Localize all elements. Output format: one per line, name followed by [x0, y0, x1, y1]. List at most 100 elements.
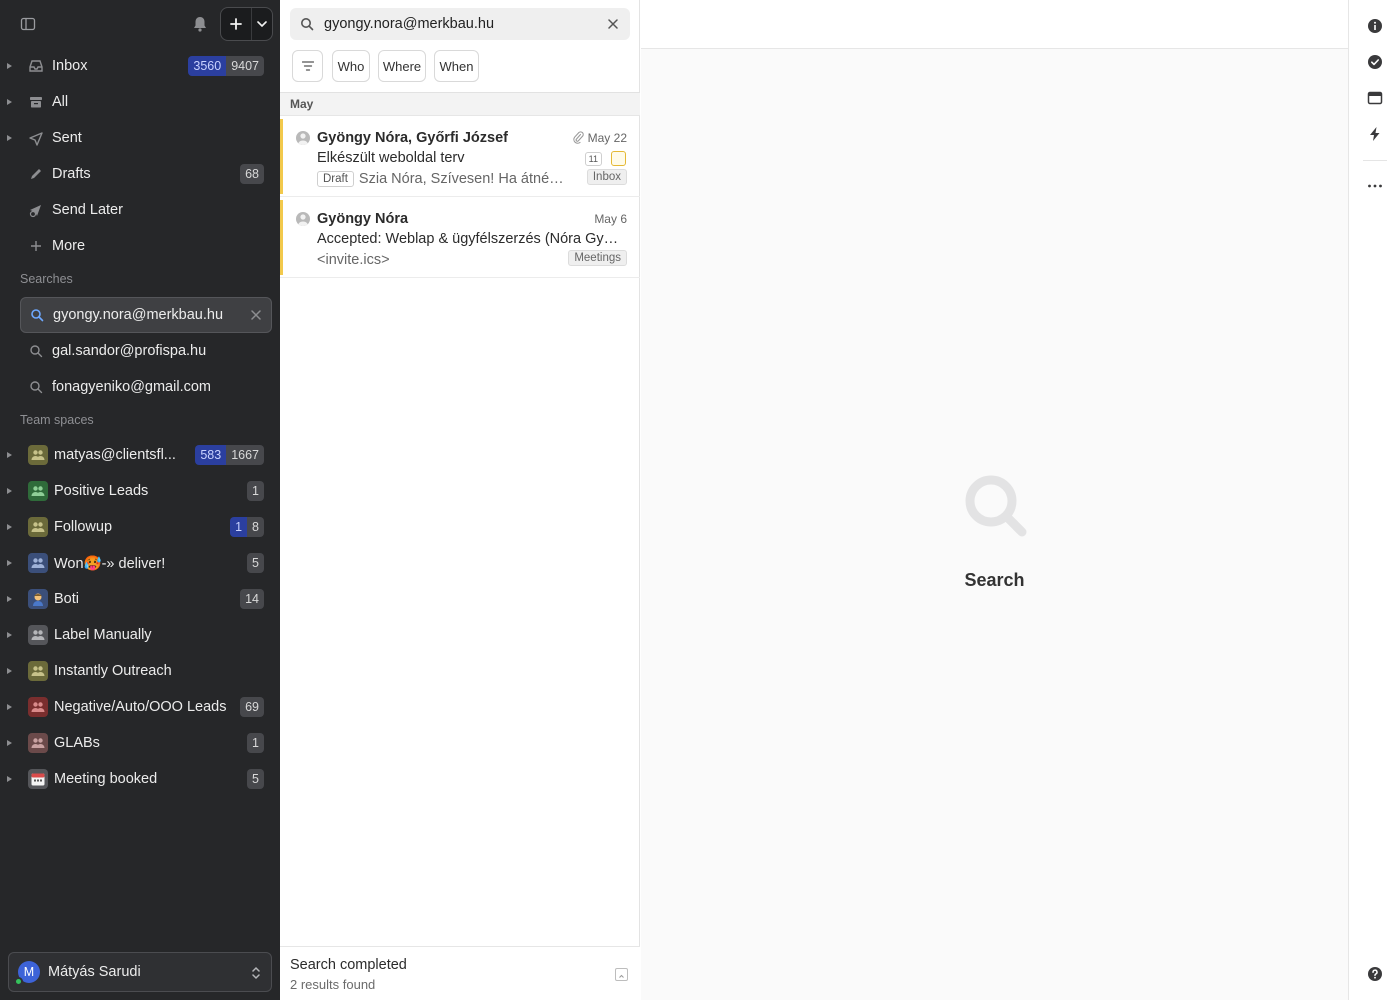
- team-icon: [28, 661, 48, 681]
- search-box: [290, 8, 630, 40]
- plus-icon: [230, 18, 242, 30]
- collapse-status-button[interactable]: [615, 968, 628, 981]
- bell-icon[interactable]: [190, 14, 210, 34]
- team-space-glabs[interactable]: GLABs 1: [0, 725, 280, 761]
- done-checkbox[interactable]: [611, 151, 626, 166]
- expand-arrow-icon[interactable]: [7, 776, 12, 782]
- unread-indicator: [280, 200, 283, 275]
- date-group-label: May: [290, 97, 314, 111]
- check-circle-icon[interactable]: [1367, 54, 1383, 70]
- total-count: 14: [240, 589, 264, 609]
- saved-search-item[interactable]: gal.sandor@profispa.hu: [20, 333, 272, 369]
- clear-search-icon[interactable]: [608, 19, 618, 29]
- label-badge[interactable]: Meetings: [568, 250, 627, 266]
- team-icon: [28, 517, 48, 537]
- expand-arrow-icon[interactable]: [7, 560, 12, 566]
- reading-pane: Search: [641, 0, 1348, 1000]
- saved-search-item[interactable]: gyongy.nora@merkbau.hu: [20, 297, 272, 333]
- total-count: 69: [240, 697, 264, 717]
- team-space-label: matyas@clientsfl...: [54, 447, 176, 463]
- expand-arrow-icon[interactable]: [7, 524, 12, 530]
- team-space-label-manually[interactable]: Label Manually: [0, 617, 280, 653]
- sender-avatar-icon: [296, 131, 310, 145]
- count-badge: 69: [240, 697, 264, 717]
- message-subject: Elkészült weboldal terv: [317, 150, 465, 166]
- unread-indicator: [280, 119, 283, 194]
- sidebar-item-all[interactable]: All: [0, 84, 280, 120]
- filter-when-button[interactable]: When: [434, 50, 479, 82]
- saved-search-item[interactable]: fonagyeniko@gmail.com: [20, 369, 272, 405]
- account-switcher[interactable]: M Mátyás Sarudi: [8, 952, 272, 992]
- right-rail: [1348, 0, 1400, 1000]
- expand-arrow-icon[interactable]: [7, 452, 12, 458]
- team-space-meeting-booked[interactable]: Meeting booked 5: [0, 761, 280, 797]
- team-space-instantly-outreach[interactable]: Instantly Outreach: [0, 653, 280, 689]
- message-date: May 6: [594, 212, 627, 226]
- message-date: May 22: [587, 131, 627, 145]
- archive-icon: [30, 97, 42, 108]
- person-emoji-icon: [28, 589, 48, 609]
- unread-count-badge: 3560 9407: [188, 56, 264, 76]
- message-row[interactable]: Gyöngy Nóra, Győrfi József May 22 Elkész…: [280, 117, 640, 197]
- unread-count: 1: [230, 517, 248, 537]
- team-space-boti[interactable]: Boti 14: [0, 581, 280, 617]
- team-space-label: GLABs: [54, 735, 100, 751]
- compose-button[interactable]: [221, 8, 252, 40]
- label-badge[interactable]: Inbox: [586, 169, 627, 185]
- online-status-dot: [14, 977, 23, 986]
- sidebar-item-label: Inbox: [52, 58, 88, 74]
- expand-arrow-icon[interactable]: [7, 488, 12, 494]
- expand-arrow-icon[interactable]: [7, 704, 12, 710]
- message-preview: <invite.ics>: [317, 252, 390, 268]
- expand-arrow-icon[interactable]: [7, 632, 12, 638]
- sidebar-item-sent[interactable]: Sent: [0, 120, 280, 156]
- search-icon: [965, 475, 1027, 537]
- message-sender: Gyöngy Nóra: [317, 211, 409, 227]
- sidebar: Inbox 3560 9407 All Sent Drafts 68 Send …: [0, 0, 280, 1000]
- expand-arrow-icon[interactable]: [7, 99, 12, 105]
- expand-arrow-icon[interactable]: [7, 135, 12, 141]
- team-space-negative-leads[interactable]: Negative/Auto/OOO Leads 69: [0, 689, 280, 725]
- chevron-up-down-icon: [252, 966, 260, 980]
- team-space-matyas[interactable]: matyas@clientsfl... 583 1667: [0, 437, 280, 473]
- calendar-emoji-icon: [28, 769, 48, 789]
- message-list-pane: Who Where When May Gyöngy Nóra, Győrfi J…: [280, 0, 640, 1000]
- count-badge: 14: [240, 589, 264, 609]
- team-space-positive-leads[interactable]: Positive Leads 1: [0, 473, 280, 509]
- sidebar-toggle-icon[interactable]: [20, 16, 36, 32]
- sidebar-item-inbox[interactable]: Inbox 3560 9407: [0, 48, 280, 84]
- user-name: Mátyás Sarudi: [48, 964, 141, 980]
- expand-arrow-icon[interactable]: [7, 596, 12, 602]
- filter-options-button[interactable]: [292, 50, 323, 82]
- sidebar-item-send-later[interactable]: Send Later: [0, 192, 280, 228]
- compose-dropdown-button[interactable]: [252, 8, 272, 40]
- search-input[interactable]: [324, 14, 594, 34]
- help-icon[interactable]: [1367, 966, 1383, 982]
- count-badge: 5: [247, 553, 264, 573]
- team-icon: [28, 445, 48, 465]
- lightning-icon[interactable]: [1367, 126, 1383, 142]
- sidebar-item-label: Drafts: [52, 166, 91, 182]
- team-space-label: Followup: [54, 519, 113, 535]
- expand-arrow-icon[interactable]: [7, 63, 12, 69]
- sidebar-item-label: Sent: [52, 130, 82, 146]
- expand-arrow-icon[interactable]: [7, 668, 12, 674]
- count-badge: 1: [247, 733, 264, 753]
- calendar-icon[interactable]: [1367, 90, 1383, 106]
- message-row[interactable]: Gyöngy Nóra May 6 Accepted: Weblap & ügy…: [280, 198, 640, 278]
- sidebar-item-more[interactable]: More: [0, 228, 280, 264]
- expand-arrow-icon[interactable]: [7, 740, 12, 746]
- team-space-followup[interactable]: Followup 1 8: [0, 509, 280, 545]
- info-icon[interactable]: [1367, 18, 1383, 34]
- saved-search-label: gal.sandor@profispa.hu: [52, 343, 207, 359]
- more-options-icon[interactable]: [1367, 178, 1383, 194]
- filter-who-button[interactable]: Who: [332, 50, 370, 82]
- team-space-won-deliver[interactable]: Won🥵-» deliver! 5: [0, 545, 280, 581]
- send-icon: [29, 132, 43, 146]
- sidebar-item-drafts[interactable]: Drafts 68: [0, 156, 280, 192]
- empty-state-title: Search: [964, 570, 1025, 590]
- unread-count: 3560: [188, 56, 227, 76]
- filter-where-button[interactable]: Where: [378, 50, 426, 82]
- close-icon[interactable]: [251, 310, 261, 320]
- message-preview-row: <invite.ics>: [317, 250, 570, 270]
